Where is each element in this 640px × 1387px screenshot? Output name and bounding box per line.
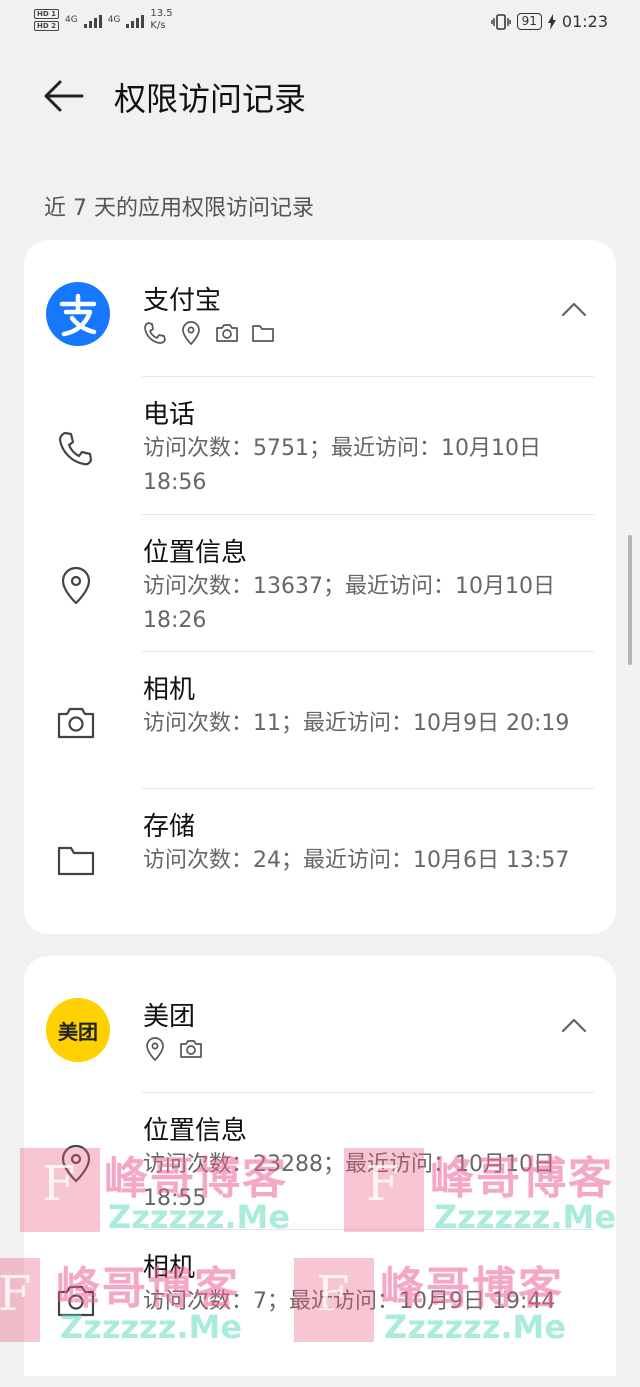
permission-detail: 访问次数：13637；最近访问：10月10日 18:26	[143, 574, 555, 633]
status-right: 91 01:23	[490, 12, 608, 31]
permission-label: 位置信息	[143, 538, 248, 568]
status-left: HD 1 HD 2 4G 4G 13.5 K/s	[34, 8, 173, 32]
charging-icon	[547, 13, 556, 30]
divider	[142, 651, 594, 652]
permission-detail: 访问次数：23288；最近访问：10月10日 18:55	[143, 1152, 555, 1211]
permission-row-location[interactable]: 位置信息 访问次数：13637；最近访问：10月10日 18:26	[24, 514, 616, 651]
page-subtitle: 近 7 天的应用权限访问记录	[44, 196, 314, 221]
network-speed-value: 13.5	[150, 8, 173, 19]
location-icon	[61, 566, 91, 605]
permission-detail: 访问次数：24；最近访问：10月6日 13:57	[143, 848, 570, 873]
permission-row-storage[interactable]: 存储 访问次数：24；最近访问：10月6日 13:57	[24, 788, 616, 925]
status-bar: HD 1 HD 2 4G 4G 13.5 K/s 91 01:23	[0, 0, 640, 48]
divider	[142, 1229, 594, 1230]
permission-label: 电话	[143, 400, 196, 430]
camera-icon	[180, 1040, 202, 1058]
network-speed-unit: K/s	[150, 20, 166, 31]
divider	[142, 376, 594, 377]
app-card-meituan: 美团 美团 位置信息 访问次数：23288；最近访问：10月10日 18:55 …	[24, 956, 616, 1376]
network-type-1: 4G	[64, 15, 78, 25]
app-name: 美团	[143, 1002, 196, 1032]
location-icon	[61, 1144, 91, 1183]
back-arrow-icon[interactable]	[42, 76, 86, 116]
permission-row-camera[interactable]: 相机 访问次数：7；最近访问：10月9日 19:44	[24, 1229, 616, 1366]
app-header-meituan[interactable]: 美团 美团	[24, 956, 616, 1092]
divider	[142, 514, 594, 515]
folder-icon	[252, 325, 274, 342]
vibrate-icon	[490, 13, 511, 30]
battery-level: 91	[516, 13, 542, 30]
camera-icon	[57, 707, 95, 739]
network-speed: 13.5 K/s	[150, 8, 172, 32]
sim1-badge: HD 1	[34, 9, 59, 19]
permission-label: 位置信息	[143, 1116, 248, 1146]
signal-icon	[83, 12, 102, 28]
app-name: 支付宝	[143, 286, 222, 316]
folder-icon	[57, 846, 95, 876]
alipay-logo-icon	[59, 293, 97, 337]
scrollbar[interactable]	[628, 535, 632, 665]
app-header-alipay[interactable]: 支付宝	[24, 240, 616, 376]
permission-detail: 访问次数：5751；最近访问：10月10日 18:56	[143, 436, 541, 495]
sim-indicators: HD 1 HD 2	[34, 9, 59, 31]
divider	[142, 788, 594, 789]
permission-icon-list	[142, 1036, 204, 1062]
divider	[142, 1092, 594, 1093]
permission-icon-list	[142, 320, 276, 346]
permission-label: 相机	[143, 1253, 196, 1283]
signal-icon	[126, 12, 145, 28]
location-icon	[146, 1037, 164, 1062]
sim2-badge: HD 2	[34, 21, 59, 31]
permission-detail: 访问次数：11；最近访问：10月9日 20:19	[143, 711, 570, 736]
app-card-alipay: 支付宝 电话 访问次数：5751；最近访问：10月10日 18:56 位置信息 …	[24, 240, 616, 934]
phone-icon	[144, 322, 166, 344]
meituan-logo-text: 美团	[58, 1019, 98, 1044]
phone-icon	[58, 431, 93, 466]
camera-icon	[216, 324, 238, 342]
camera-icon	[57, 1285, 95, 1317]
chevron-up-icon[interactable]	[560, 1016, 588, 1034]
chevron-up-icon[interactable]	[560, 300, 588, 318]
permission-detail: 访问次数：7；最近访问：10月9日 19:44	[143, 1289, 556, 1314]
page-title: 权限访问记录	[114, 80, 307, 118]
location-icon	[182, 321, 200, 346]
permission-row-phone[interactable]: 电话 访问次数：5751；最近访问：10月10日 18:56	[24, 376, 616, 513]
permission-label: 相机	[143, 675, 196, 705]
network-type-2: 4G	[107, 15, 121, 25]
alipay-logo	[46, 282, 110, 346]
permission-label: 存储	[143, 812, 196, 842]
permission-row-camera[interactable]: 相机 访问次数：11；最近访问：10月9日 20:19	[24, 651, 616, 788]
permission-row-location[interactable]: 位置信息 访问次数：23288；最近访问：10月10日 18:55	[24, 1092, 616, 1229]
clock: 01:23	[561, 12, 608, 31]
meituan-logo: 美团	[46, 998, 110, 1062]
